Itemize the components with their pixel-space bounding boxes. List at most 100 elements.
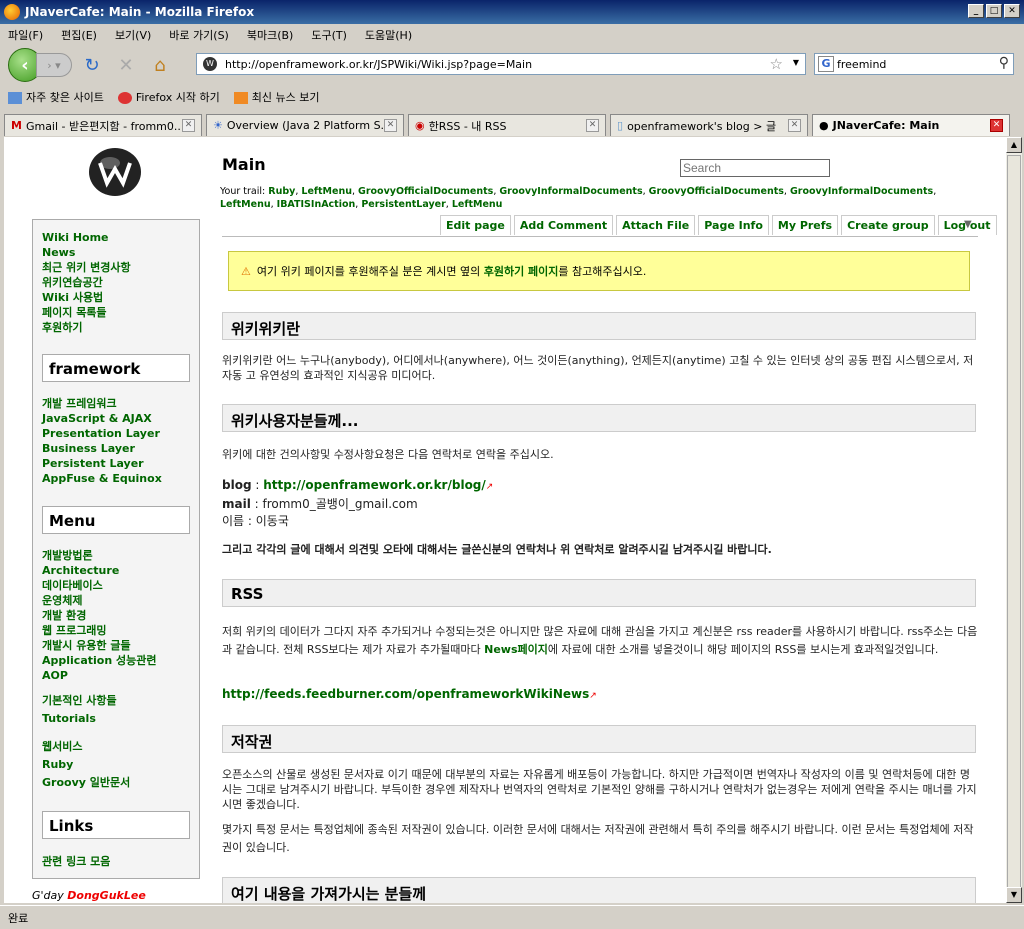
user-name[interactable]: DongGukLee xyxy=(67,889,146,902)
more-actions-icon[interactable]: ▼ xyxy=(964,219,972,230)
reload-icon[interactable]: ↻ xyxy=(78,51,106,79)
vertical-scrollbar[interactable]: ▲ ▼ xyxy=(1006,137,1022,903)
tab-java-overview[interactable]: ☀ Overview (Java 2 Platform S... ✕ xyxy=(206,114,404,136)
sidebar-link[interactable]: 웹서비스 xyxy=(42,738,130,756)
name-row: 이름 : 이동국 xyxy=(222,514,289,528)
google-icon[interactable]: G xyxy=(818,56,834,72)
tab-gmail[interactable]: M Gmail - 받은편지함 - fromm0... ✕ xyxy=(4,114,202,136)
menu-go[interactable]: 바로 가기(S) xyxy=(169,27,229,43)
left-sidebar: Wiki Home News 최근 위키 변경사항 위키연습공간 Wiki 사용… xyxy=(32,219,200,879)
page-icon xyxy=(8,92,22,104)
tab-close-icon[interactable]: ✕ xyxy=(586,119,599,132)
tab-hanrss[interactable]: ◉ 한RSS - 내 RSS ✕ xyxy=(408,114,606,136)
sidebar-link[interactable]: 기본적인 사항들 xyxy=(42,692,117,710)
trail-link[interactable]: GroovyInformalDocuments xyxy=(790,186,933,197)
menu-view[interactable]: 보기(V) xyxy=(115,27,151,43)
menu-bookmarks[interactable]: 북마크(B) xyxy=(247,27,294,43)
bookmark-star-icon[interactable]: ☆ xyxy=(770,55,783,73)
trail-link[interactable]: Ruby xyxy=(268,186,295,197)
trail-link[interactable]: IBATISInAction xyxy=(277,199,356,210)
sidebar-link[interactable]: AOP xyxy=(42,668,156,683)
bookmark-item[interactable]: 최신 뉴스 보기 xyxy=(233,89,319,105)
url-bar[interactable]: W http://openframework.or.kr/JSPWiki/Wik… xyxy=(196,53,806,75)
tab-blog[interactable]: ▯ openframework's blog > 글 ✕ xyxy=(610,114,808,136)
sidebar-link[interactable]: 후원하기 xyxy=(42,320,131,335)
sidebar-link[interactable]: Business Layer xyxy=(42,441,162,456)
section-text: 오픈소스의 산물로 생성된 문서자료 이기 때문에 대부분의 자료는 자유롭게 … xyxy=(222,768,977,811)
maximize-icon[interactable]: □ xyxy=(986,4,1002,18)
bookmark-item[interactable]: 자주 찾은 사이트 xyxy=(8,89,104,105)
trail-link[interactable]: LeftMenu xyxy=(452,199,503,210)
search-engine-input[interactable]: freemind xyxy=(837,58,886,71)
minimize-icon[interactable]: _ xyxy=(968,4,984,18)
search-engine-box[interactable]: G freemind ⚲ xyxy=(814,53,1014,75)
sidebar-link[interactable]: 개발 환경 xyxy=(42,608,156,623)
sidebar-link[interactable]: 위키연습공간 xyxy=(42,275,131,290)
site-favicon-icon: W xyxy=(203,57,217,71)
scroll-up-icon[interactable]: ▲ xyxy=(1006,137,1022,153)
section-text: 위키에 대한 건의사항및 수정사항요청은 다음 연락처로 연락을 주십시오. xyxy=(222,448,554,461)
sidebar-link[interactable]: 데이타베이스 xyxy=(42,578,156,593)
rss-link[interactable]: http://feeds.feedburner.com/openframewor… xyxy=(222,687,589,701)
trail-link[interactable]: LeftMenu xyxy=(220,199,271,210)
close-icon[interactable]: ✕ xyxy=(1004,4,1020,18)
tab-close-icon[interactable]: ✕ xyxy=(182,119,195,132)
attach-file-tab[interactable]: Attach File xyxy=(616,215,696,235)
trail-link[interactable]: LeftMenu xyxy=(301,186,352,197)
news-page-link[interactable]: News페이지 xyxy=(484,643,548,656)
sidebar-link[interactable]: JavaScript & AJAX xyxy=(42,411,162,426)
tab-close-icon[interactable]: ✕ xyxy=(384,119,397,132)
forward-button[interactable]: › ▾ xyxy=(36,53,72,77)
tab-close-icon[interactable]: ✕ xyxy=(788,119,801,132)
sidebar-link[interactable]: Presentation Layer xyxy=(42,426,162,441)
sidebar-link[interactable]: 개발방법론 xyxy=(42,548,156,563)
sidebar-link[interactable]: Wiki Home xyxy=(42,230,131,245)
tab-jnavercafe[interactable]: ● JNaverCafe: Main ✕ xyxy=(812,114,1010,136)
bookmark-item[interactable]: Firefox 시작 하기 xyxy=(117,89,220,105)
menu-file[interactable]: 파일(F) xyxy=(8,27,43,43)
sidebar-link[interactable]: AppFuse & Equinox xyxy=(42,471,162,486)
trail-link[interactable]: PersistentLayer xyxy=(361,199,445,210)
sidebar-link[interactable]: 최근 위키 변경사항 xyxy=(42,260,131,275)
add-comment-tab[interactable]: Add Comment xyxy=(513,215,614,235)
sidebar-link[interactable]: Application 성능관련 xyxy=(42,653,156,668)
scroll-down-icon[interactable]: ▼ xyxy=(1006,887,1022,903)
trail-link[interactable]: GroovyOfficialDocuments xyxy=(358,186,493,197)
url-text[interactable]: http://openframework.or.kr/JSPWiki/Wiki.… xyxy=(225,58,532,71)
sidebar-link[interactable]: 관련 링크 모음 xyxy=(42,854,110,869)
stop-icon[interactable]: ✕ xyxy=(112,51,140,79)
sidebar-link[interactable]: News xyxy=(42,245,131,260)
menu-edit[interactable]: 편집(E) xyxy=(61,27,97,43)
scroll-thumb[interactable] xyxy=(1007,155,1021,895)
home-icon[interactable]: ⌂ xyxy=(146,51,174,79)
status-text: 완료 xyxy=(8,911,29,925)
menu-help[interactable]: 도움말(H) xyxy=(365,27,412,43)
sidebar-link[interactable]: Tutorials xyxy=(42,710,117,728)
url-dropdown-icon[interactable]: ▼ xyxy=(793,58,799,67)
tab-close-icon[interactable]: ✕ xyxy=(990,119,1003,132)
sidebar-link[interactable]: 웹 프로그래밍 xyxy=(42,623,156,638)
blog-link[interactable]: http://openframework.or.kr/blog/ xyxy=(263,478,486,492)
sidebar-link[interactable]: 페이지 목록들 xyxy=(42,305,131,320)
sidebar-link[interactable]: Wiki 사용법 xyxy=(42,290,131,305)
edit-page-tab[interactable]: Edit page xyxy=(440,215,511,235)
sidebar-link[interactable]: 개발 프레임워크 xyxy=(42,396,162,411)
sponsor-link[interactable]: 후원하기 페이지 xyxy=(484,265,559,278)
sidebar-link[interactable]: Ruby xyxy=(42,756,130,774)
trail-link[interactable]: GroovyInformalDocuments xyxy=(499,186,642,197)
sidebar-link[interactable]: 개발시 유용한 글들 xyxy=(42,638,156,653)
menu-tools[interactable]: 도구(T) xyxy=(311,27,347,43)
sidebar-framework-links: 개발 프레임워크 JavaScript & AJAX Presentation … xyxy=(33,396,162,486)
magnifier-icon[interactable]: ⚲ xyxy=(999,55,1009,71)
sidebar-link[interactable]: 운영체제 xyxy=(42,593,156,608)
sidebar-menu-links-2: 기본적인 사항들 Tutorials xyxy=(33,692,117,728)
sidebar-link[interactable]: Groovy 일반문서 xyxy=(42,774,130,792)
trail-link[interactable]: GroovyOfficialDocuments xyxy=(649,186,784,197)
sidebar-link[interactable]: Persistent Layer xyxy=(42,456,162,471)
page-title: Main xyxy=(222,155,266,174)
wiki-search-input[interactable] xyxy=(680,159,830,177)
create-group-tab[interactable]: Create group xyxy=(841,215,935,235)
my-prefs-tab[interactable]: My Prefs xyxy=(771,215,839,235)
sidebar-link[interactable]: Architecture xyxy=(42,563,156,578)
page-info-tab[interactable]: Page Info xyxy=(698,215,769,235)
